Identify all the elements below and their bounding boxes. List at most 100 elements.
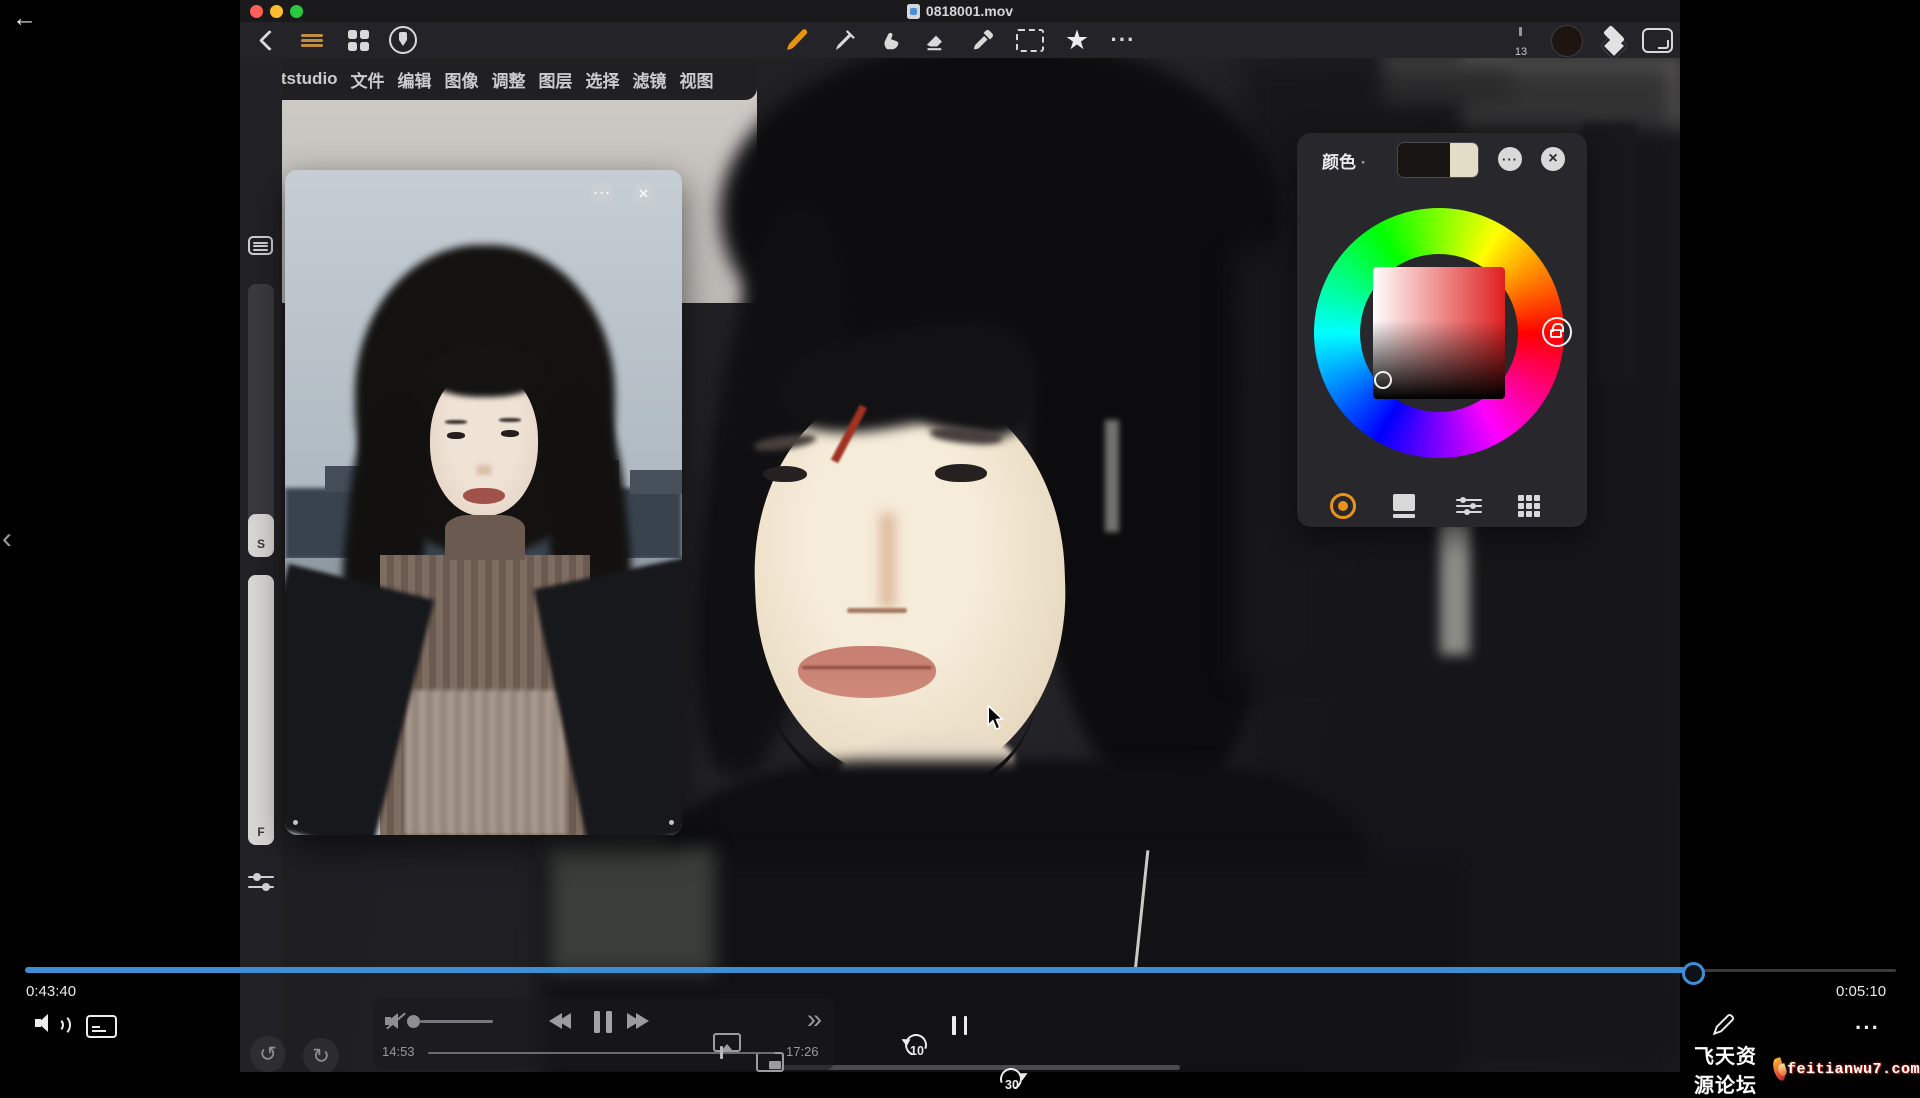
notes-button[interactable]	[1710, 1012, 1736, 1043]
back-chevron-button[interactable]	[256, 22, 282, 58]
airplay-icon[interactable]	[713, 1033, 741, 1052]
wet-paint-tool-button[interactable]	[827, 22, 861, 58]
close-icon: ×	[1548, 150, 1557, 168]
palette-mode-button[interactable]	[1509, 489, 1549, 523]
side-panel-chevron[interactable]: ‹	[2, 522, 12, 556]
saturation-value-handle[interactable]	[1374, 371, 1392, 389]
more-chevrons-icon[interactable]: »	[807, 1004, 822, 1035]
box-mode-button[interactable]	[1384, 489, 1424, 523]
volume-button[interactable]	[35, 1012, 59, 1034]
fullscreen-canvas-button[interactable]	[1640, 22, 1674, 58]
layers-panel-icon[interactable]	[248, 236, 273, 255]
current-time: 0:43:40	[26, 983, 76, 1000]
close-traffic-light[interactable]	[250, 5, 263, 18]
titlebar-content: 0818001.mov	[240, 0, 1680, 22]
menu-button[interactable]	[298, 22, 326, 58]
color-panel-more-button[interactable]: ···	[1498, 147, 1522, 171]
fast-forward-button[interactable]	[627, 1013, 649, 1029]
menu-edit[interactable]: 编辑	[398, 67, 432, 92]
flow-slider-thumb[interactable]: F	[248, 575, 274, 845]
flow-slider[interactable]: F	[248, 575, 274, 845]
quicktime-control-bar: » 14:53 17:26	[373, 998, 835, 1070]
redo-button[interactable]: ↻	[303, 1038, 339, 1072]
undo-button[interactable]: ↺	[250, 1036, 286, 1072]
mini-pause-button[interactable]	[591, 1011, 615, 1038]
menu-select[interactable]: 选择	[586, 67, 620, 92]
current-color-well[interactable]	[1551, 25, 1583, 57]
eraser-tool-button[interactable]	[919, 22, 953, 58]
layers-icon	[1600, 27, 1628, 53]
speaker-icon	[35, 1012, 59, 1034]
expand-icon	[1642, 28, 1673, 53]
resize-handle[interactable]	[293, 820, 298, 825]
player-more-button[interactable]: ···	[1855, 1017, 1880, 1039]
menu-layer[interactable]: 图层	[539, 67, 573, 92]
size-slider-thumb[interactable]: S	[248, 514, 274, 557]
toolbar-more-button[interactable]: ···	[1106, 22, 1140, 58]
reference-close-button[interactable]: ×	[632, 182, 655, 205]
menu-filter[interactable]: 滤镜	[633, 67, 667, 92]
watermark-site-url: feitianwu7.com	[1787, 1061, 1920, 1078]
more-icon: ···	[594, 185, 612, 202]
layers-button[interactable]	[1598, 22, 1630, 58]
photo-lips	[463, 488, 505, 504]
stylus-icon	[389, 26, 417, 54]
minimize-traffic-light[interactable]	[270, 5, 283, 18]
skip-forward-30-button[interactable]: 30	[995, 1065, 1029, 1098]
menu-image[interactable]: 图像	[445, 67, 479, 92]
picture-in-picture-icon[interactable]	[756, 1052, 784, 1072]
primary-color-swatch[interactable]	[1398, 143, 1450, 177]
slider-icon	[248, 886, 274, 888]
player-pause-button[interactable]	[948, 1016, 971, 1040]
menu-adjust[interactable]: 调整	[492, 67, 526, 92]
mini-playhead[interactable]	[720, 1046, 723, 1059]
favorites-button[interactable]: ★	[1058, 22, 1096, 58]
brush-settings-button[interactable]	[248, 868, 274, 896]
saturation-value-square[interactable]	[1373, 267, 1505, 399]
size-slider[interactable]: S	[248, 284, 274, 557]
mini-elapsed-time: 14:53	[382, 1044, 415, 1059]
secondary-color-swatch[interactable]	[1450, 143, 1478, 177]
resize-handle[interactable]	[669, 820, 674, 825]
watermark-site-name: 飞天资源论坛	[1694, 1040, 1771, 1098]
color-panel-close-button[interactable]: ×	[1541, 147, 1565, 171]
smudge-tool-button[interactable]	[874, 22, 908, 58]
color-panel-title: 颜色 ·	[1322, 148, 1366, 173]
reference-more-button[interactable]: ···	[591, 182, 614, 205]
select-tool-button[interactable]	[1013, 22, 1047, 58]
volume-slider-thumb[interactable]	[407, 1015, 420, 1028]
color-swatch-pair[interactable]	[1397, 142, 1479, 178]
sliders-mode-button[interactable]	[1449, 489, 1489, 523]
seek-bar-handle[interactable]	[1682, 962, 1705, 985]
paint-tool-button[interactable]	[780, 22, 814, 58]
skip-back-10-button[interactable]: 10	[900, 1031, 934, 1065]
title-dot: ·	[1361, 153, 1367, 172]
player-back-button[interactable]: ←	[12, 4, 37, 33]
size-slider-label: S	[257, 537, 265, 551]
sliders-icon	[1456, 495, 1482, 517]
muted-speaker-icon[interactable]	[385, 1011, 407, 1031]
subtitle-button[interactable]	[86, 1015, 117, 1038]
hamburger-icon	[301, 32, 323, 49]
pause-icon	[594, 1011, 600, 1033]
menu-file[interactable]: 文件	[351, 67, 385, 92]
paintbrush-icon	[783, 26, 811, 54]
reference-image-window[interactable]: ··· ×	[285, 170, 682, 835]
chevron-left-icon	[258, 29, 279, 50]
mouse-cursor	[984, 705, 1008, 736]
rewind-button[interactable]	[549, 1013, 571, 1029]
pencil-icon	[1710, 1012, 1736, 1038]
hue-handle-lock[interactable]	[1542, 317, 1572, 347]
menu-view[interactable]: 视图	[680, 67, 714, 92]
slider-icon	[248, 876, 274, 878]
eyedropper-icon	[970, 27, 996, 53]
undo-icon: ↺	[259, 1042, 277, 1066]
stylus-settings-button[interactable]	[388, 22, 418, 58]
mini-duration: 17:26	[786, 1044, 819, 1059]
volume-slider-track[interactable]	[420, 1020, 493, 1023]
brush-size-tick	[1519, 27, 1522, 36]
wheel-mode-button[interactable]	[1323, 489, 1363, 523]
eyedropper-tool-button[interactable]	[966, 22, 1000, 58]
gallery-button[interactable]	[344, 22, 372, 58]
zoom-traffic-light[interactable]	[290, 5, 303, 18]
